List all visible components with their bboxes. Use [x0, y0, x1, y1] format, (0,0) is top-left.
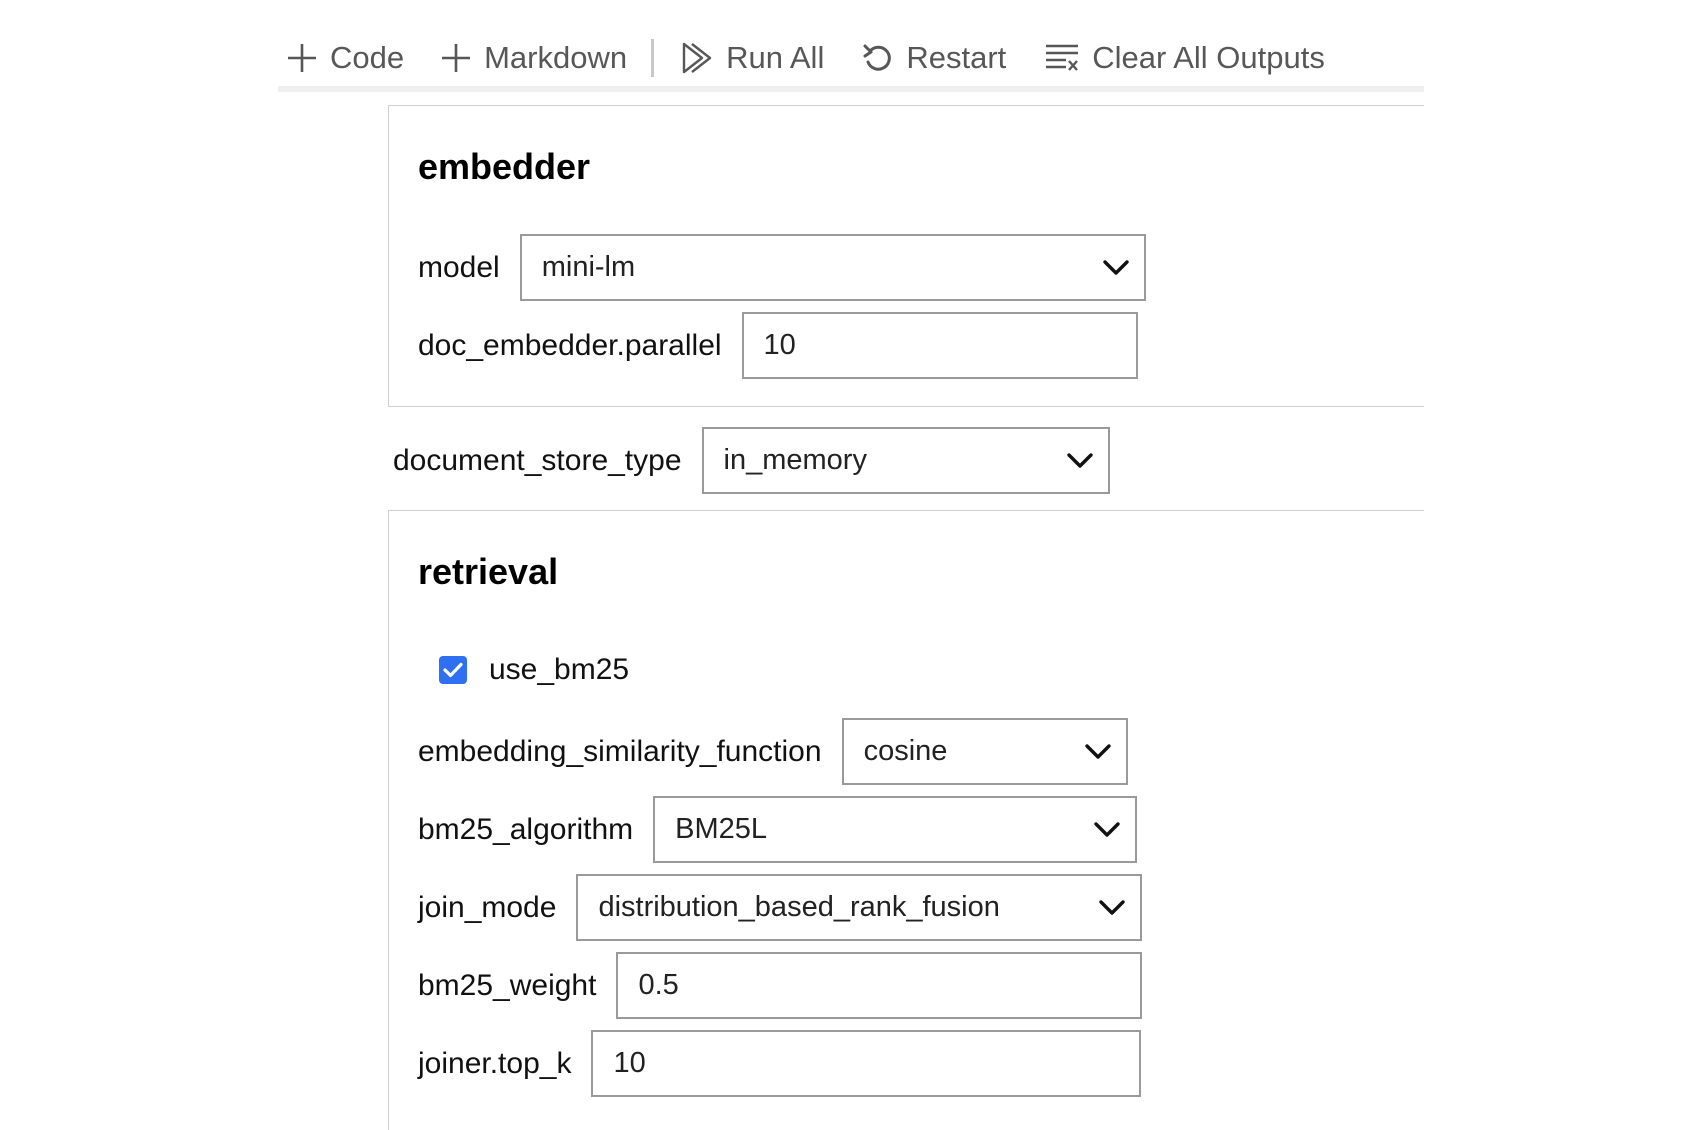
restart-icon: [863, 44, 892, 71]
toolbar-divider: [651, 39, 655, 77]
model-row: model mini-lm: [418, 234, 1146, 301]
join-mode-label: join_mode: [418, 890, 557, 924]
use-bm25-row[interactable]: use_bm25: [439, 653, 629, 687]
embedder-heading: embedder: [418, 146, 591, 187]
similarity-label: embedding_similarity_function: [418, 734, 822, 768]
plus-icon: [442, 44, 471, 72]
top-k-row: joiner.top_k 10: [418, 1030, 1142, 1097]
clear-outputs-label: Clear All Outputs: [1092, 40, 1325, 75]
chevron-down-icon: [1094, 821, 1120, 837]
bm25-weight-value: 0.5: [638, 969, 679, 1001]
document-store-row: document_store_type in_memory: [393, 427, 1110, 494]
bm25-weight-input[interactable]: 0.5: [616, 952, 1143, 1019]
parallel-label: doc_embedder.parallel: [418, 328, 722, 362]
parallel-value: 10: [763, 329, 796, 361]
run-all-label: Run All: [726, 40, 825, 75]
join-mode-value: distribution_based_rank_fusion: [598, 891, 1000, 923]
bm25-weight-row: bm25_weight 0.5: [418, 952, 1143, 1019]
use-bm25-checkbox[interactable]: [439, 656, 467, 684]
restart-label: Restart: [906, 40, 1007, 75]
add-markdown-cell-button[interactable]: Markdown: [440, 36, 627, 80]
similarity-row: embedding_similarity_function cosine: [418, 718, 1128, 785]
chevron-down-icon: [1084, 743, 1111, 759]
bm25-algorithm-value: BM25L: [675, 813, 768, 845]
join-mode-row: join_mode distribution_based_rank_fusion: [418, 874, 1143, 941]
restart-button[interactable]: Restart: [862, 36, 1006, 80]
document-store-label: document_store_type: [393, 443, 682, 477]
join-mode-select[interactable]: distribution_based_rank_fusion: [576, 874, 1143, 941]
notebook-toolbar: Code Markdown Run All Restart Clear All …: [278, 30, 1424, 92]
model-select[interactable]: mini-lm: [519, 234, 1146, 301]
parallel-row: doc_embedder.parallel 10: [418, 312, 1138, 379]
clear-all-outputs-button[interactable]: Clear All Outputs: [1044, 36, 1325, 80]
document-store-value: in_memory: [723, 444, 867, 476]
embedder-section: embedder model mini-lm doc_embedder.para…: [388, 105, 1424, 407]
plus-icon: [288, 44, 316, 72]
parallel-input[interactable]: 10: [741, 312, 1138, 379]
add-code-cell-button[interactable]: Code: [286, 36, 404, 80]
similarity-select[interactable]: cosine: [841, 718, 1128, 785]
use-bm25-label: use_bm25: [489, 653, 630, 686]
model-value: mini-lm: [541, 251, 636, 283]
top-k-input[interactable]: 10: [591, 1030, 1142, 1097]
bm25-algorithm-row: bm25_algorithm BM25L: [418, 796, 1138, 863]
run-all-icon: [682, 42, 712, 74]
retrieval-section: retrieval use_bm25 embedding_similarity_…: [388, 510, 1424, 1130]
model-label: model: [418, 250, 500, 284]
checkmark-icon: [443, 662, 463, 678]
retrieval-heading: retrieval: [418, 551, 559, 592]
clear-outputs-icon: [1046, 44, 1079, 71]
chevron-down-icon: [1099, 899, 1126, 915]
top-k-label: joiner.top_k: [418, 1046, 572, 1080]
similarity-value: cosine: [863, 735, 948, 767]
bm25-algorithm-label: bm25_algorithm: [418, 812, 634, 846]
bm25-algorithm-select[interactable]: BM25L: [653, 796, 1138, 863]
chevron-down-icon: [1066, 452, 1093, 468]
run-all-button[interactable]: Run All: [680, 36, 824, 80]
document-store-select[interactable]: in_memory: [701, 427, 1110, 494]
top-k-value: 10: [613, 1047, 646, 1079]
bm25-weight-label: bm25_weight: [418, 968, 597, 1002]
add-code-label: Code: [330, 40, 405, 75]
chevron-down-icon: [1103, 259, 1129, 275]
add-markdown-label: Markdown: [484, 40, 628, 75]
